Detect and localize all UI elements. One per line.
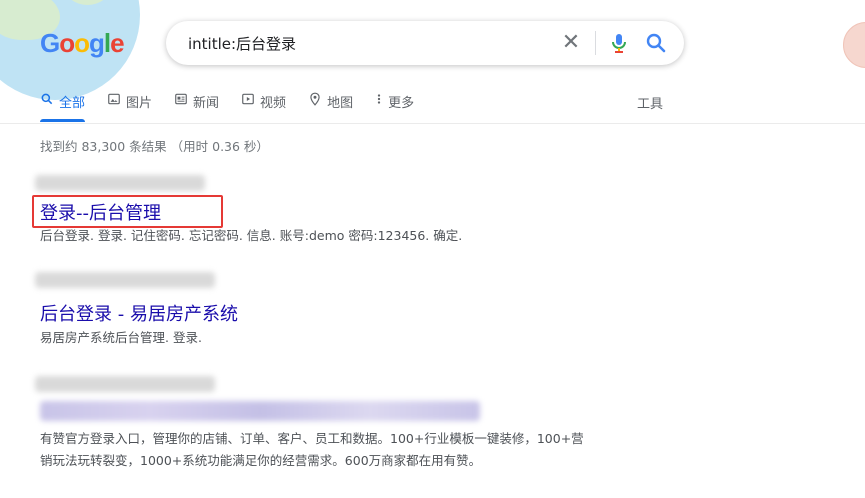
- blurred-url: [35, 272, 215, 288]
- more-vertical-icon: [375, 92, 383, 106]
- result-stats: 找到约 83,300 条结果 （用时 0.36 秒）: [40, 139, 269, 154]
- blurred-url: [35, 175, 205, 191]
- result-snippet: 销玩法玩转裂变，1000+系统功能满足你的经营需求。600万商家都在用有赞。: [40, 453, 482, 468]
- search-icon[interactable]: [644, 31, 668, 55]
- tab-label: 新闻: [193, 96, 220, 111]
- tab-label: 视频: [260, 96, 287, 111]
- tab-label: 更多: [388, 96, 415, 111]
- news-icon: [174, 92, 188, 106]
- image-icon: [107, 92, 121, 106]
- search-icon: [40, 92, 54, 106]
- tab-maps[interactable]: 地图: [308, 92, 353, 122]
- result-snippet: 后台登录. 登录. 记住密码. 忘记密码. 信息. 账号:demo 密码:123…: [40, 228, 463, 243]
- tab-news[interactable]: 新闻: [174, 92, 219, 122]
- avatar[interactable]: [843, 22, 865, 68]
- result-title-link[interactable]: 后台登录 - 易居房产系统: [40, 300, 238, 326]
- result-snippet: 易居房产系统后台管理. 登录.: [40, 330, 202, 345]
- blurred-url: [35, 376, 215, 392]
- tab-label: 全部: [59, 96, 86, 111]
- search-tabs: 全部 图片 新闻 视频 地图 更多: [40, 92, 436, 122]
- map-pin-icon: [308, 92, 322, 106]
- result-snippet: 有赞官方登录入口，管理你的店铺、订单、客户、员工和数据。100+行业模板一键装修…: [40, 431, 584, 446]
- highlight-box: [32, 195, 223, 228]
- tab-label: 地图: [327, 96, 354, 111]
- google-logo[interactable]: Google: [40, 28, 125, 59]
- search-divider: [595, 31, 596, 55]
- tabs-divider: [0, 123, 865, 124]
- search-input[interactable]: [186, 27, 560, 59]
- tab-label: 图片: [126, 96, 153, 111]
- video-icon: [241, 92, 255, 106]
- clear-icon[interactable]: ✕: [559, 31, 583, 55]
- microphone-icon[interactable]: [607, 31, 631, 55]
- tab-all[interactable]: 全部: [40, 92, 86, 122]
- search-box: ✕: [166, 21, 684, 65]
- tab-videos[interactable]: 视频: [241, 92, 286, 122]
- tab-images[interactable]: 图片: [107, 92, 152, 122]
- blurred-title[interactable]: [40, 401, 480, 421]
- tools-button[interactable]: 工具: [637, 93, 663, 112]
- tab-more[interactable]: 更多: [375, 92, 414, 122]
